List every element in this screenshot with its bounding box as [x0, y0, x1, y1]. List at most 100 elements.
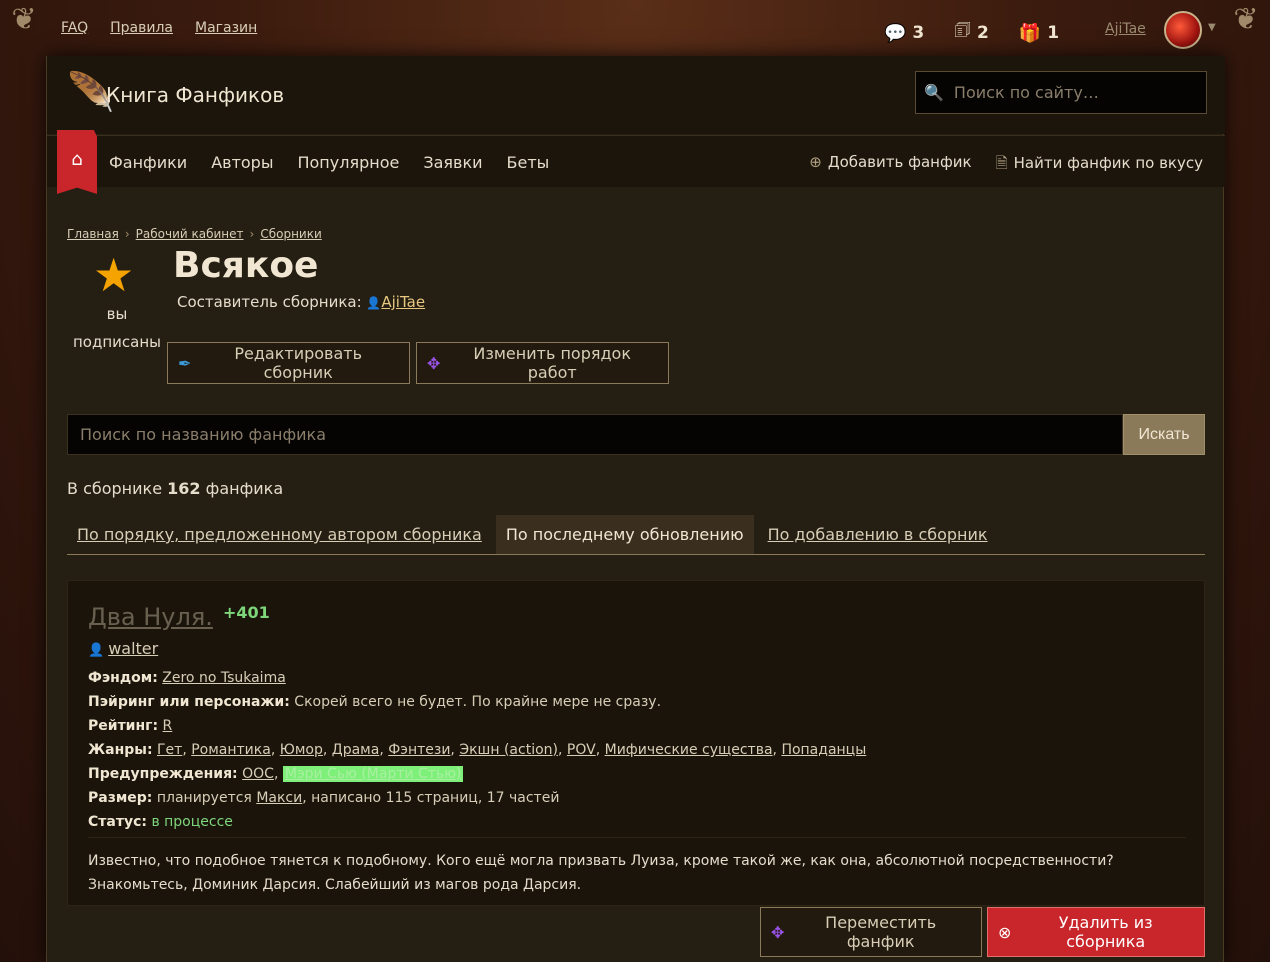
username-link[interactable]: AjiTae [1105, 21, 1146, 37]
genres-row: Жанры: Гет, Романтика, Юмор, Драма, Фэнт… [88, 742, 867, 758]
status-value: в процессе [151, 814, 233, 830]
move-arrows-icon: ✥ [427, 353, 441, 373]
warning-highlight[interactable]: Мэри Сью (Марти Стью) [282, 766, 464, 782]
rating-link[interactable]: R [163, 718, 173, 734]
author-link[interactable]: walter [108, 639, 158, 658]
fanfic-score: +401 [223, 603, 270, 622]
search-icon: 🔍 [924, 83, 944, 102]
home-icon: ⌂ [71, 149, 83, 170]
reorder-label: Изменить порядок работ [473, 344, 632, 382]
search-button[interactable]: Искать [1123, 414, 1205, 455]
ornament-right-icon: ❦ [1233, 2, 1259, 37]
notification-cards-icon: 🗊 [954, 20, 971, 41]
home-button[interactable]: ⌂ [57, 130, 97, 194]
nav-authors[interactable]: Авторы [211, 153, 273, 172]
compiler-link[interactable]: AjiTae [381, 293, 425, 311]
warning-link[interactable]: OOC [242, 766, 274, 782]
notifications-counter[interactable]: 🗊 2 [954, 18, 989, 48]
genre-link[interactable]: Мифические существа [605, 742, 773, 758]
genres-label: Жанры: [88, 742, 153, 758]
divider [88, 837, 1186, 838]
genre-link[interactable]: Юмор [280, 742, 323, 758]
site-header: 🪶 Книга Фанфиков 🔍 Поиск по сайту… [47, 56, 1225, 134]
reorder-button[interactable]: ✥ Изменить порядок работ [416, 342, 669, 384]
document-icon: 🗎 [995, 154, 1008, 172]
site-title[interactable]: Книга Фанфиков [106, 83, 284, 107]
site-search-input[interactable]: 🔍 Поиск по сайту… [915, 71, 1207, 114]
genre-link[interactable]: Драма [332, 742, 380, 758]
top-bar: ❦ ❦ FAQ Правила Магазин 💬 3 🗊 2 🎁 1 AjiT… [0, 0, 1270, 56]
move-fanfic-button[interactable]: ✥ Переместить фанфик [760, 907, 982, 957]
tab-date-added[interactable]: По добавлению в сборник [758, 515, 998, 554]
gifts-count: 1 [1047, 23, 1060, 43]
pairing-value: Скорей всего не будет. По крайне мере не… [294, 694, 662, 710]
add-fanfic-label: Добавить фанфик [827, 153, 972, 171]
right-nav: ⊕ Добавить фанфик 🗎 Найти фанфик по вкусу [809, 153, 1203, 178]
edit-collection-button[interactable]: ✒ Редактировать сборник [167, 342, 410, 384]
fanfic-card: Два Нуля. +401 👤 walter Фэндом: Zero no T… [67, 580, 1205, 906]
delete-fanfic-label: Удалить из сборника [1058, 913, 1153, 951]
gifts-counter[interactable]: 🎁 1 [1019, 23, 1059, 44]
delete-fanfic-button[interactable]: ⊗ Удалить из сборника [987, 907, 1205, 957]
rules-link[interactable]: Правила [110, 20, 173, 36]
fanfic-description: Известно, что подобное тянется к подобно… [88, 853, 1114, 893]
genre-link[interactable]: Попаданцы [781, 742, 866, 758]
breadcrumb: Главная › Рабочий кабинет › Сборники [67, 227, 322, 241]
faq-link[interactable]: FAQ [61, 20, 88, 36]
add-fanfic-link[interactable]: ⊕ Добавить фанфик [809, 153, 971, 178]
gift-icon: 🎁 [1018, 22, 1042, 44]
tab-last-update[interactable]: По последнему обновлению [495, 515, 754, 554]
page-title: Всякое [173, 245, 319, 286]
site-search-placeholder: Поиск по сайту… [953, 83, 1099, 102]
messages-count: 3 [912, 23, 925, 43]
fanfic-title[interactable]: Два Нуля. [88, 603, 213, 631]
size-rest: , написано 115 страниц, 17 частей [302, 790, 560, 806]
nav-fanfics[interactable]: Фанфики [109, 153, 187, 172]
top-nav: FAQ Правила Магазин [61, 20, 257, 36]
status-row: Статус: в процессе [88, 814, 233, 830]
size-link[interactable]: Макси [256, 790, 302, 806]
user-icon: 👤 [366, 296, 382, 310]
nav-popular[interactable]: Популярное [297, 153, 399, 172]
subscribe-star-icon[interactable]: ★ [93, 248, 134, 302]
shop-link[interactable]: Магазин [195, 20, 257, 36]
rating-row: Рейтинг: R [88, 718, 172, 734]
find-fanfic-link[interactable]: 🗎 Найти фанфик по вкусу [996, 153, 1203, 178]
nav-requests[interactable]: Заявки [423, 153, 482, 172]
status-label: Статус: [88, 814, 147, 830]
breadcrumb-separator-icon: › [124, 227, 130, 241]
breadcrumb-home[interactable]: Главная [67, 227, 119, 241]
main-frame: 🪶 Книга Фанфиков 🔍 Поиск по сайту… ⌂ Фан… [46, 56, 1225, 962]
fanfic-count: В сборнике 162 фанфика [67, 479, 283, 498]
chat-bubbles-icon: 💬 [884, 22, 907, 44]
size-label: Размер: [88, 790, 153, 806]
avatar[interactable] [1164, 11, 1202, 49]
fandom-link[interactable]: Zero no Tsukaima [162, 670, 286, 686]
tab-author-order[interactable]: По порядку, предложенному автором сборни… [67, 515, 492, 554]
breadcrumb-dashboard[interactable]: Рабочий кабинет [136, 227, 244, 241]
genre-link[interactable]: Экшн (action) [459, 742, 558, 758]
edit-collection-label: Редактировать сборник [234, 344, 363, 382]
count-suffix: фанфика [205, 479, 284, 498]
compiler-line: Составитель сборника: 👤AjiTae [177, 293, 425, 311]
user-icon: 👤 [88, 643, 105, 658]
genre-link[interactable]: Гет [157, 742, 182, 758]
plus-circle-icon: ⊕ [809, 153, 822, 171]
ornament-left-icon: ❦ [11, 2, 37, 37]
warnings-row: Предупреждения: OOC, Мэри Сью (Марти Сть… [88, 766, 464, 782]
count-prefix: В сборнике [67, 479, 163, 498]
size-row: Размер: планируется Макси, написано 115 … [88, 790, 559, 806]
fanfic-search-input[interactable]: Поиск по названию фанфика [67, 414, 1123, 455]
messages-counter[interactable]: 💬 3 [884, 23, 924, 44]
move-arrows-icon: ✥ [771, 922, 785, 942]
breadcrumb-collections[interactable]: Сборники [260, 227, 321, 241]
nav-betas[interactable]: Беты [507, 153, 550, 172]
feather-icon: ✒ [178, 353, 192, 373]
notifications-count: 2 [976, 23, 989, 43]
genre-link[interactable]: Романтика [191, 742, 271, 758]
chevron-down-icon[interactable]: ▼ [1208, 22, 1216, 33]
find-fanfic-label: Найти фанфик по вкусу [1013, 154, 1203, 172]
genre-link[interactable]: POV [567, 742, 596, 758]
genre-link[interactable]: Фэнтези [388, 742, 450, 758]
warnings-label: Предупреждения: [88, 766, 238, 782]
